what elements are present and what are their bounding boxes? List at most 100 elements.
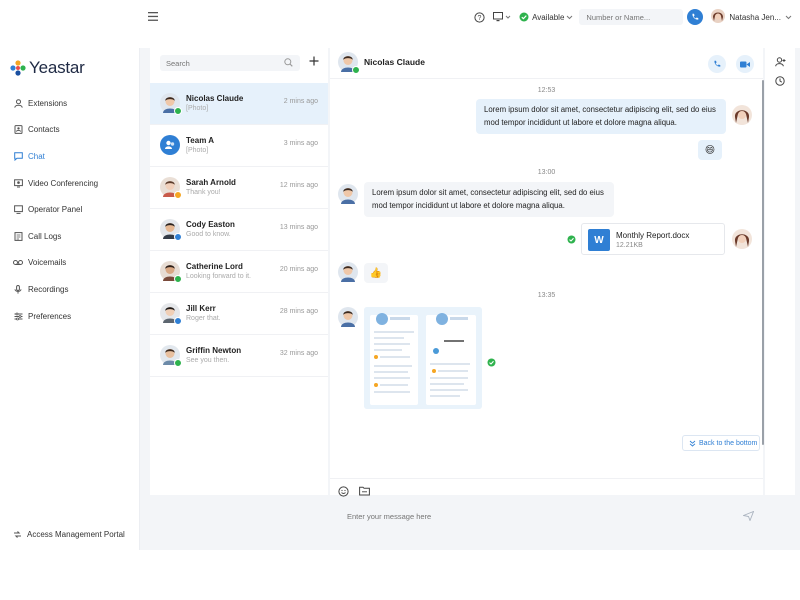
conversation-name: Jill Kerr (186, 304, 216, 313)
right-rail (765, 45, 795, 495)
message-input[interactable] (338, 507, 734, 525)
contacts-icon (13, 125, 23, 135)
chat-panel: Nicolas Claude 12:53 Lorem ipsum dolor s… (330, 45, 764, 497)
photo-thumbnail-icon (364, 307, 482, 409)
sidebar-item-label: Voicemails (28, 258, 67, 268)
busy-presence-icon (174, 233, 182, 241)
word-file-icon: W (588, 229, 610, 251)
busy-presence-icon (174, 317, 182, 325)
access-management-portal-link[interactable]: Access Management Portal (0, 526, 140, 542)
conversation-preview: Roger that. (186, 315, 221, 322)
message-text-line: mod tempor incididunt ut labore et dolor… (484, 117, 677, 127)
conversation-item[interactable]: Griffin Newton See you then. 32 mins ago (150, 335, 328, 377)
sidebar-item-voicemails[interactable]: Voicemails (0, 250, 140, 277)
sidebar-item-contacts[interactable]: Contacts (0, 117, 140, 144)
conversation-item[interactable]: Jill Kerr Roger that. 28 mins ago (150, 293, 328, 335)
chat-avatar[interactable] (338, 52, 360, 74)
chat-header: Nicolas Claude (330, 45, 763, 79)
sidebar-item-label: Recordings (28, 284, 69, 294)
conversation-time: 20 mins ago (279, 266, 318, 273)
top-right-controls: ? Available Natasha Jen... (474, 8, 792, 26)
add-chat-button[interactable] (307, 54, 321, 68)
video-call-button[interactable] (736, 55, 754, 73)
delivered-check-icon (487, 358, 496, 369)
svg-text:?: ? (478, 14, 482, 21)
contact-avatar[interactable] (338, 307, 358, 327)
monitor-icon[interactable] (493, 12, 511, 22)
sidebar-item-operator-panel[interactable]: Operator Panel (0, 196, 140, 223)
avatar (160, 177, 182, 199)
file-icon-letter: W (594, 234, 604, 246)
message-text-line: Lorem ipsum dolor sit amet, consectetur … (372, 188, 604, 197)
emoji-icon[interactable] (338, 485, 349, 497)
sidebar-item-label: Call Logs (28, 231, 62, 241)
sidebar-item-preferences[interactable]: Preferences (0, 303, 140, 330)
message-area[interactable]: 12:53 Lorem ipsum dolor sit amet, consec… (330, 79, 763, 475)
status-selector[interactable]: Available (519, 12, 573, 22)
sidebar-item-video-conferencing[interactable]: Video Conferencing (0, 170, 140, 197)
status-label: Available (532, 12, 565, 22)
available-presence-icon (352, 66, 360, 74)
conversation-item[interactable]: Nicolas Claude [Photo] 2 mins ago (150, 83, 328, 125)
outgoing-emoji-message[interactable]: 😄 (698, 140, 722, 160)
compose-divider (330, 478, 763, 479)
folder-icon[interactable] (359, 486, 370, 496)
conversation-item[interactable]: Team A [Photo] 3 mins ago (150, 125, 328, 167)
contact-avatar[interactable] (338, 184, 358, 204)
phone-icon (692, 13, 699, 20)
sidebar-item-call-logs[interactable]: Call Logs (0, 223, 140, 250)
add-member-icon[interactable] (773, 55, 787, 69)
double-chevron-down-icon (689, 440, 696, 447)
user-menu-chevron-icon[interactable] (785, 15, 792, 20)
send-icon[interactable] (741, 510, 755, 523)
chat-scrollbar[interactable] (762, 80, 764, 445)
away-presence-icon (174, 191, 182, 199)
incoming-message[interactable]: Lorem ipsum dolor sit amet, consectetur … (364, 182, 614, 217)
conversation-name: Catherine Lord (186, 262, 243, 271)
conversation-time: 3 mins ago (283, 140, 318, 147)
available-presence-icon (174, 359, 182, 367)
conversation-preview: Good to know. (186, 231, 231, 238)
timestamp: 12:53 (537, 87, 556, 94)
sidebar-item-extensions[interactable]: Extensions (0, 90, 140, 117)
conversation-name: Nicolas Claude (186, 94, 244, 103)
user-avatar[interactable] (711, 9, 726, 25)
conversation-time: 32 mins ago (279, 350, 318, 357)
contact-avatar[interactable] (338, 262, 358, 282)
top-bar: ? Available Natasha Jen... (140, 0, 800, 34)
voice-call-button[interactable] (708, 55, 726, 73)
sidebar-item-recordings[interactable]: Recordings (0, 276, 140, 303)
help-icon[interactable]: ? (474, 11, 485, 23)
dial-input[interactable] (579, 9, 684, 25)
timestamp: 13:00 (537, 169, 556, 176)
sidebar-item-chat[interactable]: Chat (0, 143, 140, 170)
portal-label: Access Management Portal (27, 529, 125, 539)
conversation-name: Team A (186, 136, 215, 145)
search-input[interactable] (160, 55, 300, 71)
microphone-icon (13, 284, 23, 294)
call-button[interactable] (687, 9, 704, 25)
avatar (160, 345, 182, 367)
user-name[interactable]: Natasha Jen... (729, 13, 781, 22)
conversation-preview: Thank you! (186, 189, 221, 196)
nav-menu: Extensions Contacts Chat Video Conferencing… (0, 90, 140, 329)
incoming-emoji-message[interactable]: 👍 (364, 263, 388, 283)
menu-icon[interactable] (148, 12, 158, 23)
outgoing-message[interactable]: Lorem ipsum dolor sit amet, consectetur … (476, 99, 726, 134)
call-logs-icon (13, 231, 23, 241)
user-icon (13, 98, 23, 108)
conversation-item[interactable]: Catherine Lord Looking forward to it. 20 m… (150, 251, 328, 293)
image-attachment[interactable] (364, 307, 482, 409)
conversation-item[interactable]: Sarah Arnold Thank you! 12 mins ago (150, 167, 328, 209)
conversation-preview: See you then. (186, 357, 230, 364)
conversation-item[interactable]: Cody Easton Good to know. 13 mins ago (150, 209, 328, 251)
group-avatar-icon (160, 135, 180, 155)
sidebar-item-label: Preferences (28, 311, 72, 321)
search-icon[interactable] (284, 58, 293, 69)
back-to-bottom-button[interactable]: Back to the bottom (682, 435, 760, 451)
file-attachment[interactable]: W Monthly Report.docx 12.21KB (581, 223, 725, 255)
available-status-icon (519, 12, 529, 22)
portal-icon (12, 529, 22, 539)
history-icon[interactable] (773, 74, 787, 88)
conversation-list-panel: Nicolas Claude [Photo] 2 mins ago Team A [Ph… (150, 45, 328, 495)
